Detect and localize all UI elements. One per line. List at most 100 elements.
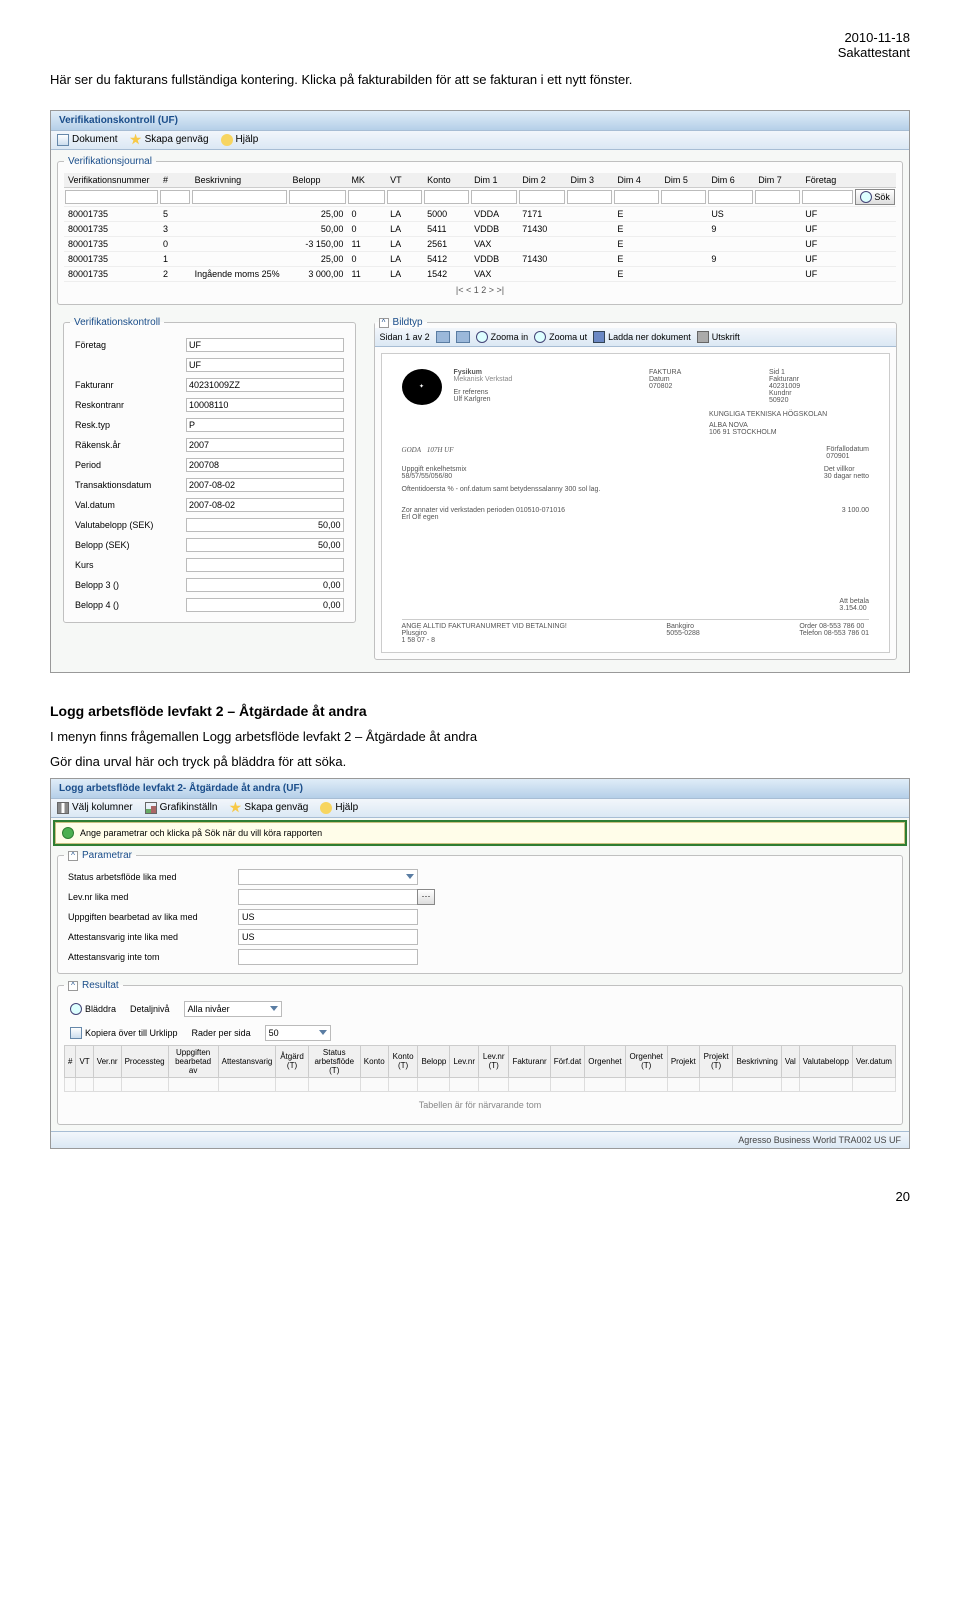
- collapse-icon[interactable]: ^: [68, 981, 78, 991]
- column-header[interactable]: Dim 2: [518, 173, 566, 188]
- column-header[interactable]: Uppgiften bearbetad av: [168, 1045, 218, 1077]
- invoice-preview[interactable]: ✦ Fysikum Mekanisk Verkstad Er referensU…: [381, 353, 890, 653]
- column-header[interactable]: Företag: [801, 173, 854, 188]
- field-input[interactable]: [186, 518, 344, 532]
- sok-button[interactable]: Sök: [855, 189, 895, 205]
- filter-input[interactable]: [424, 190, 469, 204]
- filter-cell[interactable]: [585, 1077, 625, 1091]
- column-header[interactable]: Belopp: [288, 173, 347, 188]
- hjalp-button[interactable]: Hjälp: [221, 134, 259, 146]
- column-header[interactable]: #: [65, 1045, 76, 1077]
- field-input[interactable]: [186, 538, 344, 552]
- filter-input[interactable]: [387, 190, 422, 204]
- pager[interactable]: |< < 1 2 > >|: [64, 282, 896, 298]
- column-header[interactable]: Dim 3: [566, 173, 613, 188]
- filter-cell[interactable]: [479, 1077, 509, 1091]
- field-input[interactable]: [186, 478, 344, 492]
- table-row[interactable]: 80001735350,000LA5411VDDB71430E9UF: [64, 221, 896, 236]
- field-input[interactable]: [186, 378, 344, 392]
- hjalp-button-2[interactable]: Hjälp: [320, 802, 358, 814]
- column-header[interactable]: Val: [781, 1045, 799, 1077]
- column-header[interactable]: Beskrivning: [733, 1045, 781, 1077]
- table-row[interactable]: 80001735525,000LA5000VDDA7171EUSUF: [64, 206, 896, 221]
- column-header[interactable]: Åtgärd (T): [276, 1045, 308, 1077]
- field-input[interactable]: [186, 498, 344, 512]
- filter-cell[interactable]: [667, 1077, 699, 1091]
- column-header[interactable]: Beskrivning: [191, 173, 289, 188]
- field-input[interactable]: [186, 558, 344, 572]
- column-header[interactable]: Fakturanr: [509, 1045, 550, 1077]
- filter-cell[interactable]: [781, 1077, 799, 1091]
- column-header[interactable]: Orgenhet (T): [625, 1045, 667, 1077]
- column-header[interactable]: Konto: [423, 173, 470, 188]
- utskrift-button[interactable]: Utskrift: [697, 331, 740, 343]
- zoom-in-button[interactable]: Zooma in: [476, 331, 529, 343]
- column-header[interactable]: Projekt (T): [699, 1045, 733, 1077]
- param-field[interactable]: US: [238, 909, 418, 925]
- param-field[interactable]: [238, 869, 418, 885]
- column-header[interactable]: Belopp: [418, 1045, 450, 1077]
- field-input[interactable]: [186, 338, 344, 352]
- filter-cell[interactable]: [388, 1077, 418, 1091]
- skapa-genvag-button-2[interactable]: Skapa genväg: [229, 802, 308, 814]
- column-header[interactable]: Orgenhet: [585, 1045, 625, 1077]
- detaljniva-select[interactable]: Alla nivåer: [184, 1001, 282, 1017]
- filter-input[interactable]: [614, 190, 659, 204]
- filter-input[interactable]: [802, 190, 853, 204]
- column-header[interactable]: Projekt: [667, 1045, 699, 1077]
- filter-input[interactable]: [519, 190, 565, 204]
- field-input[interactable]: [186, 458, 344, 472]
- filter-input[interactable]: [65, 190, 158, 204]
- column-header[interactable]: Konto (T): [388, 1045, 418, 1077]
- filter-cell[interactable]: [308, 1077, 360, 1091]
- column-header[interactable]: Dim 7: [754, 173, 801, 188]
- filter-cell[interactable]: [65, 1077, 76, 1091]
- field-input[interactable]: [186, 598, 344, 612]
- field-input[interactable]: [186, 418, 344, 432]
- column-header[interactable]: Konto: [360, 1045, 388, 1077]
- filter-input[interactable]: [567, 190, 612, 204]
- filter-cell[interactable]: [93, 1077, 121, 1091]
- filter-cell[interactable]: [852, 1077, 895, 1091]
- filter-input[interactable]: [160, 190, 190, 204]
- column-header[interactable]: VT: [76, 1045, 93, 1077]
- filter-input[interactable]: [348, 190, 385, 204]
- filter-cell[interactable]: [360, 1077, 388, 1091]
- rader-per-sida-select[interactable]: 50: [265, 1025, 331, 1041]
- filter-input[interactable]: [755, 190, 800, 204]
- filter-cell[interactable]: [509, 1077, 550, 1091]
- field-input[interactable]: [186, 358, 344, 372]
- collapse-icon[interactable]: ^: [68, 851, 78, 861]
- valj-kolumner-button[interactable]: Välj kolumner: [57, 802, 133, 814]
- column-header[interactable]: MK: [347, 173, 386, 188]
- column-header[interactable]: Dim 1: [470, 173, 518, 188]
- filter-cell[interactable]: [276, 1077, 308, 1091]
- column-header[interactable]: Lev.nr (T): [479, 1045, 509, 1077]
- ellipsis-button[interactable]: ⋯: [417, 889, 435, 905]
- filter-cell[interactable]: [168, 1077, 218, 1091]
- filter-cell[interactable]: [699, 1077, 733, 1091]
- filter-input[interactable]: [708, 190, 753, 204]
- column-header[interactable]: Valutabelopp: [799, 1045, 852, 1077]
- filter-cell[interactable]: [625, 1077, 667, 1091]
- grafik-button[interactable]: Grafikinställn: [145, 802, 218, 814]
- column-header[interactable]: Dim 4: [613, 173, 660, 188]
- field-input[interactable]: [186, 398, 344, 412]
- column-header[interactable]: Ver.datum: [852, 1045, 895, 1077]
- filter-cell[interactable]: [799, 1077, 852, 1091]
- bladdra-button[interactable]: Bläddra: [70, 1003, 116, 1015]
- filter-cell[interactable]: [450, 1077, 479, 1091]
- field-input[interactable]: [186, 438, 344, 452]
- filter-input[interactable]: [192, 190, 288, 204]
- column-header[interactable]: Dim 5: [660, 173, 707, 188]
- filter-cell[interactable]: [121, 1077, 168, 1091]
- param-field[interactable]: US: [238, 929, 418, 945]
- column-header[interactable]: Dim 6: [707, 173, 754, 188]
- column-header[interactable]: Förf.dat: [550, 1045, 585, 1077]
- filter-input[interactable]: [289, 190, 346, 204]
- column-header[interactable]: VT: [386, 173, 423, 188]
- param-field[interactable]: [238, 949, 418, 965]
- field-input[interactable]: [186, 578, 344, 592]
- column-header[interactable]: Status arbetsflöde (T): [308, 1045, 360, 1077]
- filter-cell[interactable]: [733, 1077, 781, 1091]
